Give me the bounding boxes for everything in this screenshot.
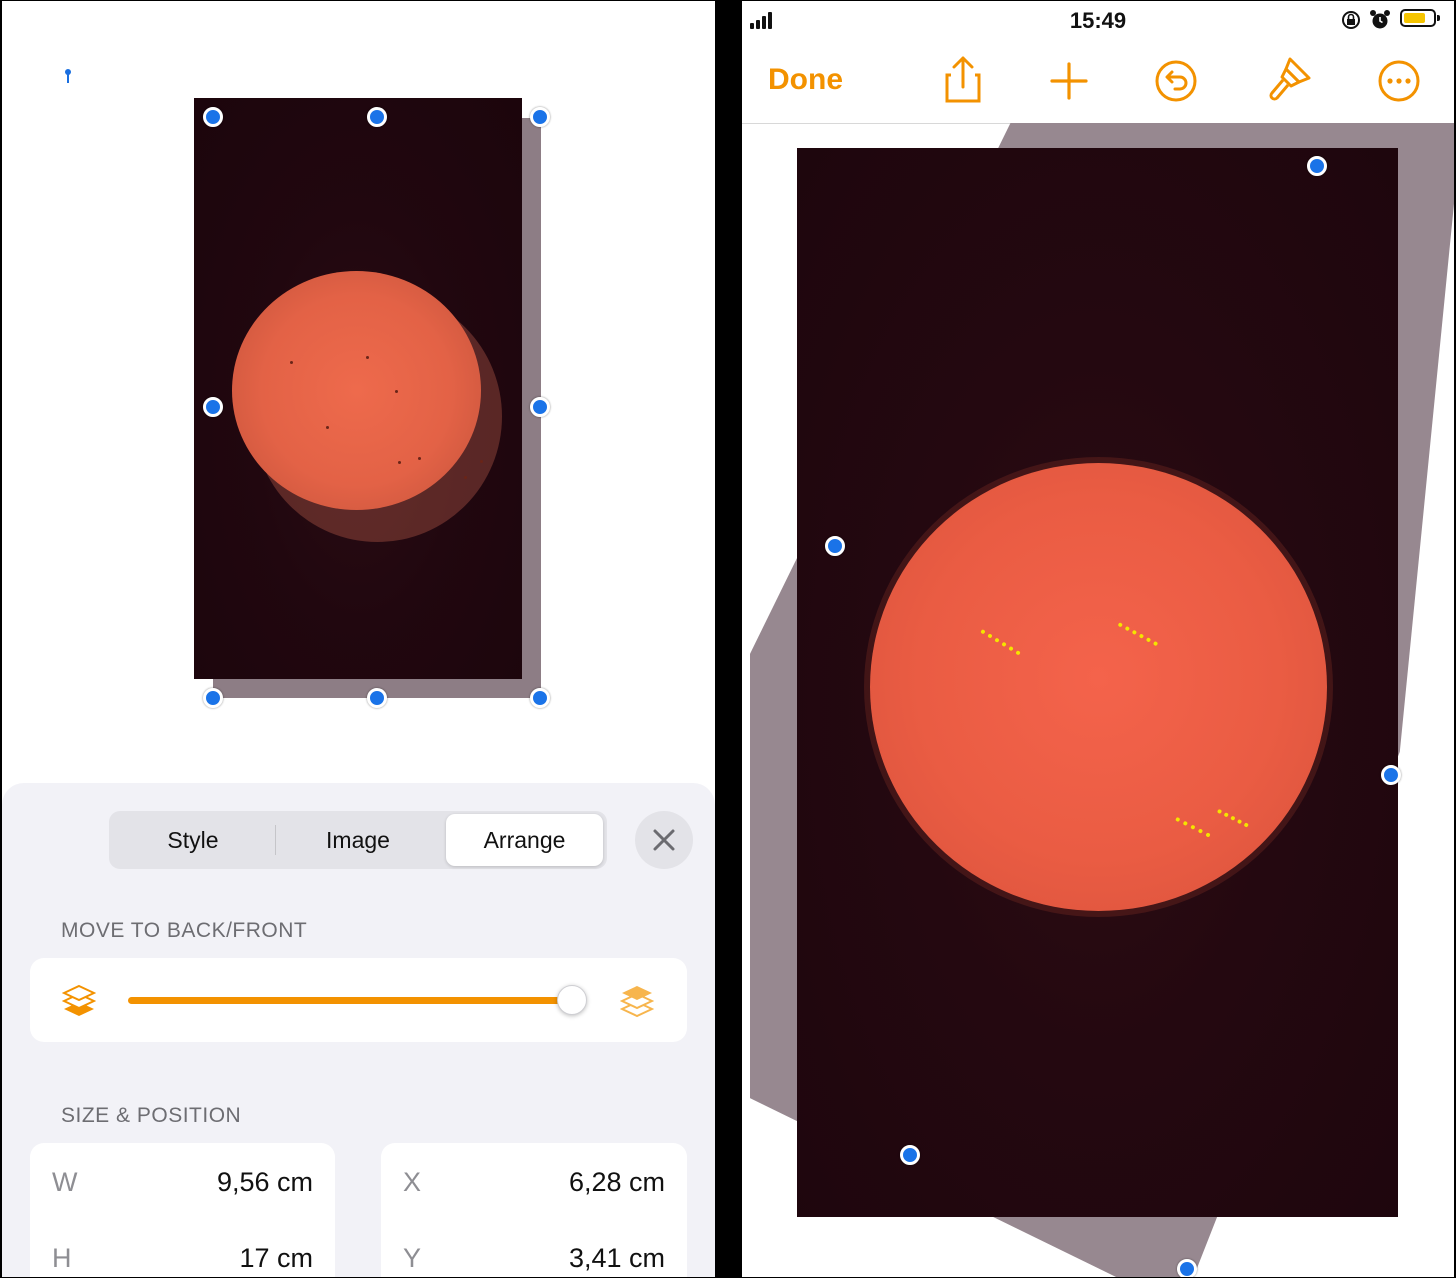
rotated-handle-top[interactable] bbox=[1307, 156, 1327, 176]
status-bar: 15:49 bbox=[742, 1, 1454, 41]
resize-handle-top-left[interactable] bbox=[203, 107, 223, 127]
resize-handle-right[interactable] bbox=[530, 397, 550, 417]
format-inspector: Style Image Arrange MOVE TO BACK/FRONT S… bbox=[2, 783, 715, 1277]
resize-handle-bottom-right[interactable] bbox=[530, 688, 550, 708]
paintbrush-icon[interactable] bbox=[1263, 55, 1313, 105]
layers-back-icon[interactable] bbox=[62, 984, 96, 1018]
more-icon[interactable] bbox=[1376, 55, 1422, 105]
size-position-title: SIZE & POSITION bbox=[61, 1104, 242, 1127]
rotated-handle-right[interactable] bbox=[1381, 765, 1401, 785]
y-field[interactable]: 3,41 cm bbox=[569, 1243, 665, 1274]
sun-disc bbox=[232, 271, 481, 510]
battery-icon bbox=[1400, 9, 1440, 27]
layer-order-slider-knob[interactable] bbox=[557, 985, 587, 1015]
undo-icon[interactable] bbox=[1153, 55, 1199, 105]
position-card: X 6,28 cm Y 3,41 cm bbox=[381, 1143, 687, 1277]
orientation-lock-icon bbox=[1342, 11, 1360, 29]
x-label: X bbox=[403, 1167, 422, 1197]
width-label: W bbox=[52, 1167, 78, 1197]
close-button[interactable] bbox=[635, 811, 693, 869]
sun-photo-rotated[interactable] bbox=[797, 148, 1398, 1217]
plus-icon[interactable] bbox=[1049, 55, 1089, 105]
size-card: W 9,56 cm H 17 cm bbox=[30, 1143, 335, 1277]
tab-image[interactable]: Image bbox=[278, 814, 438, 866]
tab-style[interactable]: Style bbox=[113, 814, 273, 866]
move-section-title: MOVE TO BACK/FRONT bbox=[61, 919, 308, 942]
x-field[interactable]: 6,28 cm bbox=[569, 1167, 665, 1198]
inspector-tabs: Style Image Arrange bbox=[109, 811, 607, 869]
alarm-icon bbox=[1370, 10, 1390, 29]
layers-front-icon[interactable] bbox=[620, 984, 654, 1018]
move-to-back-front-card bbox=[30, 958, 687, 1042]
resize-handle-top[interactable] bbox=[367, 107, 387, 127]
height-label: H bbox=[52, 1243, 72, 1273]
right-panel: 15:49 Done bbox=[742, 1, 1454, 1277]
done-button[interactable]: Done bbox=[768, 63, 843, 97]
width-field[interactable]: 9,56 cm bbox=[217, 1167, 313, 1198]
left-panel: Style Image Arrange MOVE TO BACK/FRONT S… bbox=[2, 1, 715, 1277]
resize-handle-bottom-left[interactable] bbox=[203, 688, 223, 708]
sun-disc-large bbox=[870, 463, 1327, 911]
resize-handle-top-right[interactable] bbox=[530, 107, 550, 127]
sun-photo[interactable] bbox=[194, 98, 522, 679]
rotated-handle-bottom-left[interactable] bbox=[900, 1145, 920, 1165]
close-icon bbox=[653, 829, 675, 851]
layer-order-slider-track[interactable] bbox=[128, 997, 574, 1004]
text-cursor bbox=[65, 69, 71, 83]
height-field[interactable]: 17 cm bbox=[239, 1243, 313, 1274]
tab-arrange[interactable]: Arrange bbox=[446, 814, 603, 866]
rotated-handle-left[interactable] bbox=[825, 536, 845, 556]
share-icon[interactable] bbox=[943, 55, 983, 105]
rotated-handle-bottom[interactable] bbox=[1177, 1259, 1197, 1277]
y-label: Y bbox=[403, 1243, 422, 1273]
resize-handle-bottom[interactable] bbox=[367, 688, 387, 708]
resize-handle-left[interactable] bbox=[203, 397, 223, 417]
pages-toolbar: Done bbox=[742, 41, 1454, 124]
